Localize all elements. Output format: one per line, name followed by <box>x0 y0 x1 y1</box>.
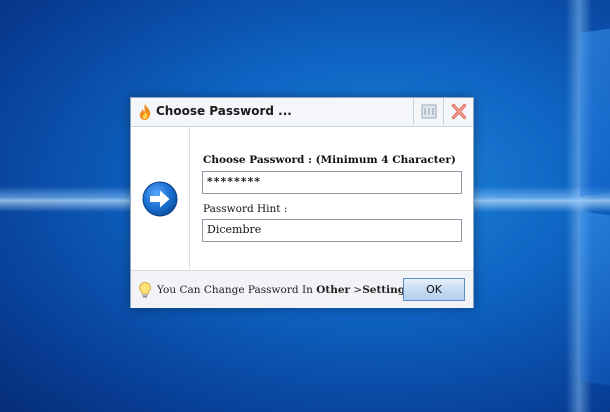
windows-logo-pane <box>580 211 610 387</box>
close-icon <box>451 103 467 120</box>
ok-button[interactable]: OK <box>403 278 465 301</box>
lightbulb-icon <box>139 282 151 298</box>
footer-tip: You Can Change Password In Other >Settin… <box>157 284 415 296</box>
dialog-titlebar[interactable]: Choose Password ... <box>131 98 473 127</box>
choose-password-dialog: Choose Password ... Choose Password: (M… <box>130 97 474 308</box>
settings-button[interactable] <box>413 98 443 125</box>
dialog-title: Choose Password ... <box>156 104 292 118</box>
dialog-icon-panel <box>131 127 190 269</box>
footer-link-other[interactable]: Other <box>316 284 350 296</box>
password-input[interactable]: ******** <box>202 171 462 194</box>
password-hint-input[interactable]: Dicembre <box>202 219 462 242</box>
light-beam-vertical <box>566 0 592 412</box>
windows-logo-pane <box>580 27 610 197</box>
dialog-footer: You Can Change Password In Other >Settin… <box>131 270 473 308</box>
arrow-right-icon <box>142 181 178 217</box>
password-label: Choose Password : (Minimum 4 Character) <box>203 154 456 166</box>
footer-tip-separator: > <box>350 284 363 296</box>
settings-icon <box>421 104 437 119</box>
password-hint-label: Password Hint : <box>203 203 288 215</box>
footer-tip-prefix: You Can Change Password In <box>157 284 317 296</box>
desktop-background: Choose Password ... Choose Password: (M… <box>0 0 610 412</box>
flame-icon <box>138 104 152 120</box>
close-button[interactable] <box>443 98 473 125</box>
